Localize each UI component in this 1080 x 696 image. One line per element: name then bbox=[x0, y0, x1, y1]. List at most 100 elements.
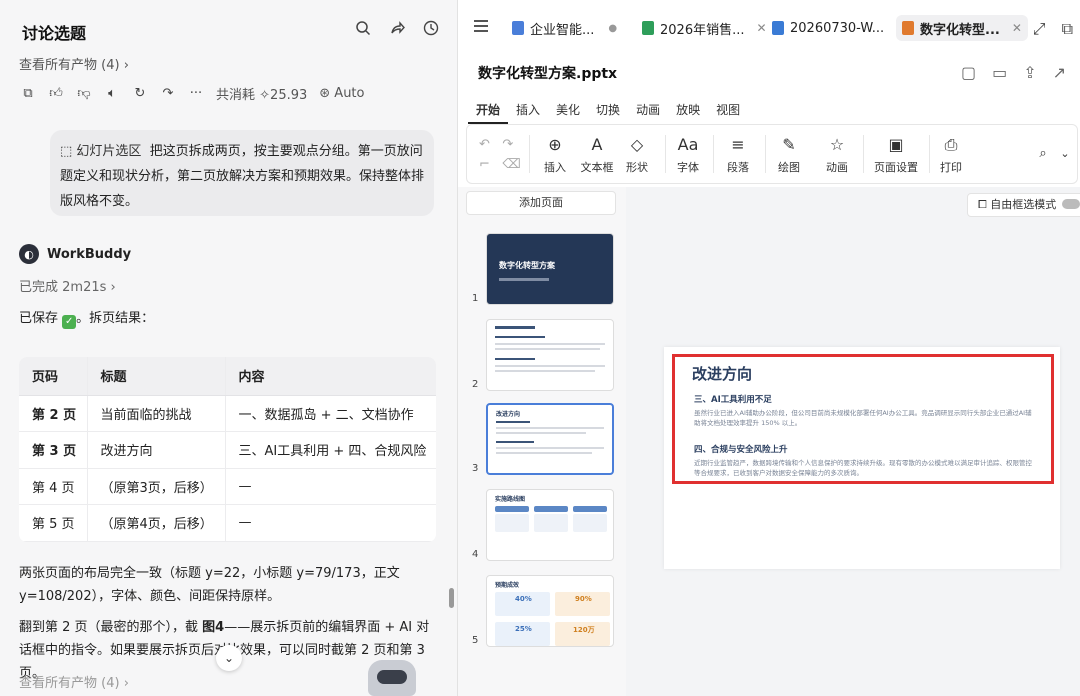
more-icon[interactable]: ··· bbox=[188, 86, 204, 102]
ribbon-tab-slideshow[interactable]: 放映 bbox=[668, 101, 708, 124]
refresh-icon[interactable]: ↻ bbox=[132, 86, 148, 102]
menu-icon[interactable] bbox=[474, 20, 488, 32]
ribbon-tab-beautify[interactable]: 美化 bbox=[548, 101, 588, 124]
slide-number: 2 bbox=[472, 379, 479, 390]
speaker-icon[interactable]: 🔈︎ bbox=[104, 86, 120, 102]
history-icon[interactable] bbox=[421, 18, 441, 38]
ribbon-search-icon[interactable]: ⌕ bbox=[1033, 125, 1053, 183]
animation-button[interactable]: ☆ 动画 bbox=[817, 125, 857, 183]
ribbon-toolbar: ↶ ↷ ⌐ ⌫ ⊕ 插入 A 文本框 ◇ 形状 Aa 字体 ≡ 段落 ✎ 绘图 ☆ 动画 ▣ 页… bbox=[466, 124, 1078, 184]
ppt-icon bbox=[902, 21, 914, 35]
table-cell: — bbox=[224, 468, 436, 505]
slide-canvas: ⧠ 自由框选模式 改进方向 三、AI工具利用不足 虽然行业已进入AI辅助办公阶段… bbox=[626, 187, 1080, 696]
scrollbar-thumb[interactable] bbox=[449, 588, 454, 608]
slide-thumb-5[interactable]: 预期成效 40% 90% 25% 120万 bbox=[486, 575, 614, 647]
close-icon[interactable]: ✕ bbox=[1012, 21, 1022, 35]
table-cell: 第 5 页 bbox=[19, 504, 87, 542]
ribbon-tab-insert[interactable]: 插入 bbox=[508, 101, 548, 124]
slide-thumb-2[interactable] bbox=[486, 319, 614, 391]
textbox-icon: A bbox=[591, 134, 603, 154]
slide-body-1[interactable]: 虽然行业已进入AI辅助办公阶段，但公司目前尚未规模化部署任何AI办公工具。竞品调… bbox=[694, 408, 1034, 428]
page-setup-button[interactable]: ▣ 页面设置 bbox=[869, 125, 923, 183]
divider bbox=[765, 135, 766, 173]
window-controls: ⤢ ⧉ bbox=[1033, 19, 1073, 39]
slide-selection-tag: ⬚ 幻灯片选区 bbox=[60, 144, 142, 159]
agent-name: WorkBuddy bbox=[47, 246, 132, 262]
editor-panel: 企业智能...● 2026年销售...✕ 20260730-W...✕ 数字化转… bbox=[457, 0, 1080, 696]
search-icon[interactable] bbox=[353, 18, 373, 38]
view-all-artifacts-link[interactable]: 查看所有产物 (4) › bbox=[19, 54, 129, 73]
slide-title[interactable]: 改进方向 bbox=[692, 363, 752, 384]
auto-badge[interactable]: ⊛ Auto bbox=[319, 86, 364, 101]
share-icon[interactable]: ↗ bbox=[1053, 63, 1066, 82]
table-row: 第 5 页（原第4页，后移） — bbox=[19, 504, 436, 542]
split-result-table: 页码 标题 内容 第 2 页当前面临的挑战 一、数据孤岛 + 二、文档协作 第 3… bbox=[19, 357, 436, 542]
ribbon-tab-transition[interactable]: 切换 bbox=[588, 101, 628, 124]
add-page-button[interactable]: 添加页面 bbox=[466, 191, 616, 215]
scroll-down-button[interactable]: ⌄ bbox=[216, 645, 242, 671]
free-select-mode-toggle[interactable]: ⧠ 自由框选模式 bbox=[967, 193, 1080, 217]
textbox-button[interactable]: A 文本框 bbox=[577, 125, 617, 183]
slide-body-2[interactable]: 近期行业监管趋严，数据跨境传输和个人信息保护的要求持续升级。现有零散的办公模式难… bbox=[694, 458, 1034, 478]
share-icon[interactable] bbox=[387, 18, 407, 38]
format-painter-icon[interactable]: ⌐ bbox=[479, 157, 490, 172]
tab-doc-1[interactable]: 企业智能... ● bbox=[506, 15, 623, 41]
tab-pptx[interactable]: 数字化转型... ✕ bbox=[896, 15, 1028, 41]
shape-button[interactable]: ◇ 形状 bbox=[617, 125, 657, 183]
tab-sheet[interactable]: 2026年销售... ✕ bbox=[636, 15, 773, 41]
insert-button[interactable]: ⊕ 插入 bbox=[535, 125, 575, 183]
eraser-icon[interactable]: ⌫ bbox=[502, 157, 520, 172]
assistant-mascot-icon[interactable] bbox=[368, 660, 416, 696]
slide-number: 3 bbox=[472, 463, 479, 474]
saved-line: 已保存 ✓ 。拆页结果： bbox=[19, 311, 155, 329]
toggle-switch[interactable] bbox=[1062, 199, 1080, 209]
divider bbox=[529, 135, 530, 173]
save-icon[interactable]: ▢ bbox=[961, 63, 976, 82]
ribbon-tab-view[interactable]: 视图 bbox=[708, 101, 748, 124]
table-row: 第 4 页（原第3页，后移） — bbox=[19, 468, 436, 505]
chat-toolbar bbox=[353, 18, 441, 38]
page-setup-icon: ▣ bbox=[888, 134, 904, 154]
chat-title: 讨论选题 bbox=[22, 24, 87, 43]
undo-icon[interactable]: ↶ bbox=[479, 137, 490, 152]
ribbon-tab-animation[interactable]: 动画 bbox=[628, 101, 668, 124]
slide-thumbnails: 添加页面 数字化转型方案 1 2 改进方向 3 实施路线图 4 预期成效 40%… bbox=[458, 187, 626, 696]
file-name: 数字化转型方案.pptx bbox=[478, 66, 618, 82]
table-cell: 改进方向 bbox=[86, 431, 225, 469]
thumbs-up-icon[interactable]: 👍︎ bbox=[48, 86, 64, 102]
font-button[interactable]: Aa 字体 bbox=[667, 125, 709, 183]
paragraph-button[interactable]: ≡ 段落 bbox=[717, 125, 759, 183]
ribbon-tab-home[interactable]: 开始 bbox=[468, 101, 509, 124]
restore-icon[interactable]: ⧉ bbox=[1062, 19, 1073, 39]
sheet-icon bbox=[642, 21, 654, 35]
slide-number: 4 bbox=[472, 549, 479, 560]
workbuddy-logo-icon: ◐ bbox=[19, 244, 39, 264]
print-button[interactable]: ⎙ 打印 bbox=[933, 125, 969, 183]
slide-heading-1[interactable]: 三、AI工具利用不足 bbox=[694, 393, 772, 405]
table-row: 第 2 页当前面临的挑战 一、数据孤岛 + 二、文档协作 bbox=[19, 395, 436, 432]
copy-icon[interactable]: ⧉ bbox=[20, 86, 36, 102]
expand-icon[interactable]: ⤢ bbox=[1033, 19, 1046, 39]
forward-icon[interactable]: ↷ bbox=[160, 86, 176, 102]
table-cell: — bbox=[224, 504, 436, 542]
doc-icon bbox=[772, 21, 784, 35]
slide-heading-2[interactable]: 四、合规与安全风险上升 bbox=[694, 443, 788, 455]
thumbs-down-icon[interactable]: 👎︎ bbox=[76, 86, 92, 102]
done-status[interactable]: 已完成 2m21s › bbox=[19, 276, 116, 295]
redo-icon[interactable]: ↷ bbox=[502, 137, 513, 152]
star-icon: ☆ bbox=[829, 134, 845, 154]
chat-panel: 讨论选题 查看所有产物 (4) › ⧉ 👍︎ 👎︎ 🔈︎ ↻ ↷ ··· 共消耗… bbox=[0, 0, 457, 696]
table-cell: 一、数据孤岛 + 二、文档协作 bbox=[224, 395, 436, 432]
upload-icon[interactable]: ⇪ bbox=[1023, 63, 1036, 82]
tab-doc-2[interactable]: 20260730-W...✕ bbox=[766, 15, 912, 41]
view-all-artifacts-bottom[interactable]: 查看所有产物 (4) › bbox=[19, 672, 129, 691]
ribbon-collapse-icon[interactable]: ⌄ bbox=[1057, 125, 1073, 183]
slide-thumb-3[interactable]: 改进方向 bbox=[486, 403, 614, 475]
slide-thumb-1[interactable]: 数字化转型方案 bbox=[486, 233, 614, 305]
slide-thumb-4[interactable]: 实施路线图 bbox=[486, 489, 614, 561]
current-slide[interactable]: 改进方向 三、AI工具利用不足 虽然行业已进入AI辅助办公阶段，但公司目前尚未规… bbox=[664, 347, 1060, 569]
table-header: 页码 bbox=[19, 357, 87, 396]
font-icon: Aa bbox=[677, 134, 699, 154]
folder-icon[interactable]: ▭ bbox=[992, 63, 1007, 82]
draw-button[interactable]: ✎ 绘图 bbox=[769, 125, 809, 183]
